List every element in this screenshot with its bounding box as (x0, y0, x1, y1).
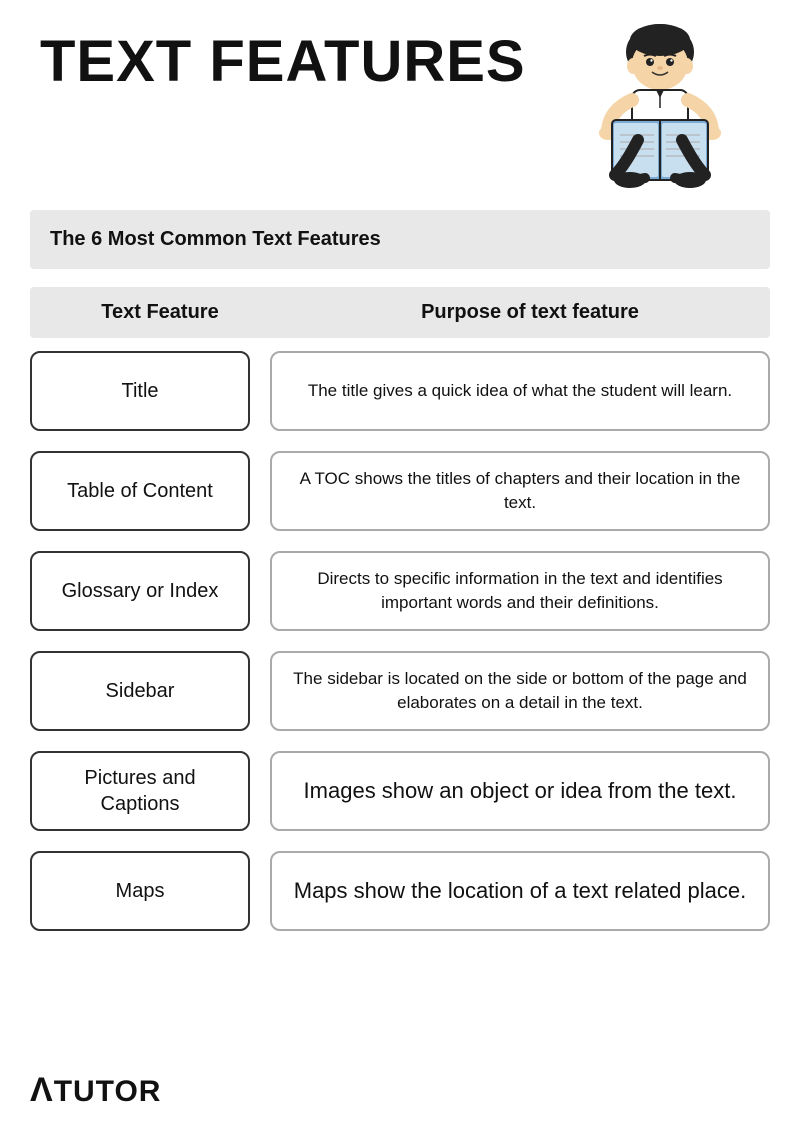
cell-purpose: The sidebar is located on the side or bo… (270, 651, 770, 731)
col-purpose-header: Purpose of text feature (290, 301, 770, 324)
col-feature-header: Text Feature (30, 301, 290, 324)
header: TEXT FEATURES (0, 0, 800, 210)
cell-feature: Maps (30, 851, 250, 931)
table-body: TitleThe title gives a quick idea of wha… (30, 346, 770, 936)
page: TEXT FEATURES (0, 0, 800, 1132)
table-row: SidebarThe sidebar is located on the sid… (30, 646, 770, 736)
subtitle-band: The 6 Most Common Text Features (30, 210, 770, 269)
cell-purpose: The title gives a quick idea of what the… (270, 351, 770, 431)
table-header: Text Feature Purpose of text feature (30, 287, 770, 338)
cell-feature: Table of Content (30, 451, 250, 531)
cell-feature: Sidebar (30, 651, 250, 731)
main-title: TEXT FEATURES (40, 30, 526, 94)
cell-feature: Title (30, 351, 250, 431)
logo-icon: Λ (30, 1071, 54, 1109)
table-row: TitleThe title gives a quick idea of wha… (30, 346, 770, 436)
cell-purpose: A TOC shows the titles of chapters and t… (270, 451, 770, 531)
table-row: Pictures and CaptionsImages show an obje… (30, 746, 770, 836)
table-row: Glossary or IndexDirects to specific inf… (30, 546, 770, 636)
table-row: Table of ContentA TOC shows the titles o… (30, 446, 770, 536)
cell-purpose: Maps show the location of a text related… (270, 851, 770, 931)
cell-purpose: Directs to specific information in the t… (270, 551, 770, 631)
footer: ΛTUTOR (30, 1071, 161, 1110)
logo-text: TUTOR (54, 1075, 162, 1108)
character-illustration (580, 20, 760, 200)
table-row: MapsMaps show the location of a text rel… (30, 846, 770, 936)
cell-purpose: Images show an object or idea from the t… (270, 751, 770, 831)
cell-feature: Pictures and Captions (30, 751, 250, 831)
subtitle-text: The 6 Most Common Text Features (50, 228, 381, 250)
cell-feature: Glossary or Index (30, 551, 250, 631)
footer-logo: ΛTUTOR (30, 1071, 161, 1110)
